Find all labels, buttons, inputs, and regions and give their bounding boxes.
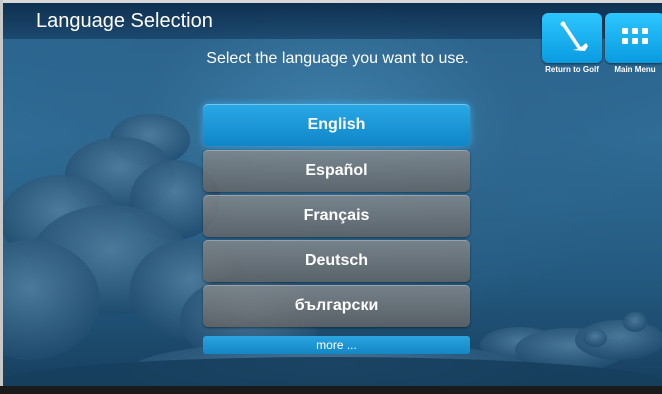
language-option-espanol[interactable]: Español [203, 150, 470, 192]
language-option-bulgarian[interactable]: български [203, 285, 470, 327]
page-title: Language Selection [36, 10, 213, 32]
golf-club-icon [560, 21, 588, 51]
main-menu-button[interactable]: Main Menu [605, 13, 662, 74]
main-menu-label: Main Menu [614, 65, 656, 74]
language-option-francais[interactable]: Français [203, 195, 470, 237]
language-option-english[interactable]: English [203, 104, 470, 146]
return-to-golf-tile[interactable] [542, 13, 602, 63]
language-option-deutsch[interactable]: Deutsch [203, 240, 470, 282]
language-selection-screen: Language Selection Select the language y… [0, 0, 662, 394]
window-frame-bottom [0, 386, 662, 394]
main-menu-tile[interactable] [605, 13, 662, 63]
grid-menu-icon [622, 28, 648, 44]
return-to-golf-button[interactable]: Return to Golf [542, 13, 602, 74]
return-to-golf-label: Return to Golf [545, 65, 599, 74]
more-languages-button[interactable]: more ... [203, 336, 470, 354]
